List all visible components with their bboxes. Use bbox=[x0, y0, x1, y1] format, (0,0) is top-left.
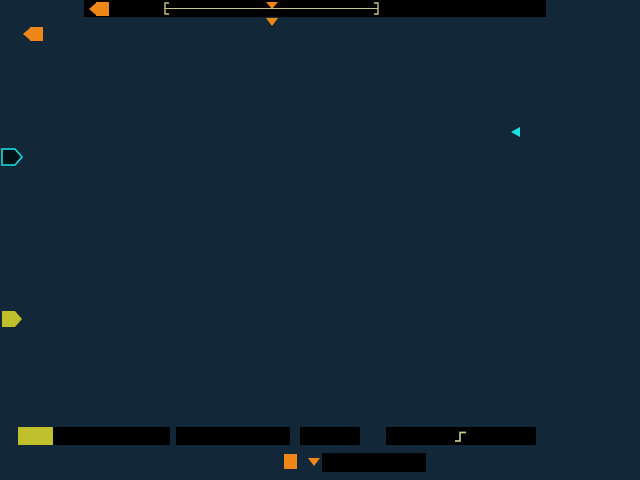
delay-t-icon bbox=[284, 454, 297, 469]
trigger-readout bbox=[386, 427, 536, 445]
delay-time-readout bbox=[322, 453, 426, 472]
timebase-readout bbox=[300, 427, 360, 445]
trigger-level-arrow-icon bbox=[511, 127, 520, 137]
rising-edge-icon bbox=[454, 430, 468, 443]
oscilloscope-screen bbox=[0, 0, 640, 480]
waveform-display bbox=[0, 0, 640, 480]
record-view-bar bbox=[0, 0, 640, 18]
trigger-point-icon bbox=[23, 27, 43, 41]
left-arrow-icon bbox=[23, 28, 30, 40]
ch1-badge bbox=[18, 427, 53, 445]
ch2-ground-marker bbox=[1, 147, 24, 167]
ch1-scale-readout bbox=[53, 427, 170, 445]
trigger-position-icon bbox=[266, 18, 278, 26]
ch2-scale-readout bbox=[176, 427, 290, 445]
delay-triangle-icon bbox=[308, 458, 320, 466]
record-trigger-position-icon bbox=[266, 2, 278, 9]
ch1-ground-marker bbox=[1, 309, 24, 329]
